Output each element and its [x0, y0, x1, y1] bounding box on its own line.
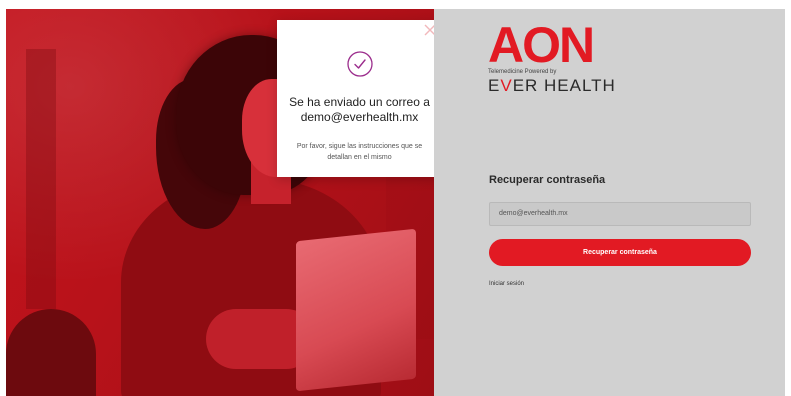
toast-subtitle: Por favor, sigue las instrucciones que s… — [296, 143, 423, 161]
everhealth-logo-prefix: E — [488, 76, 501, 95]
toast-title: Se ha enviado un correo a demo@everhealt… — [289, 95, 430, 124]
laptop — [296, 228, 416, 392]
login-link[interactable]: Iniciar sesión — [489, 281, 751, 287]
everhealth-logo-suffix: ER HEALTH — [512, 76, 616, 95]
brand-tagline: Telemedicine Powered by — [488, 69, 557, 75]
email-field[interactable]: demo@everhealth.mx — [489, 202, 751, 226]
password-recovery-form: Recuperar contraseña demo@everhealth.mx … — [489, 174, 751, 287]
login-page: Se ha enviado un correo a demo@everhealt… — [6, 9, 785, 396]
recovery-panel: AON Telemedicine Powered by EVER HEALTH … — [434, 9, 785, 396]
aon-logo: AON — [488, 17, 595, 73]
recover-password-button[interactable]: Recuperar contraseña — [489, 239, 751, 266]
form-heading: Recuperar contraseña — [489, 174, 606, 186]
hero-plant — [6, 309, 96, 396]
everhealth-logo-highlight: V — [500, 76, 513, 95]
brand-logo: AON Telemedicine Powered by EVER HEALTH — [488, 17, 616, 96]
hero-shelf — [26, 49, 56, 309]
check-circle-icon — [347, 51, 373, 77]
email-sent-toast: Se ha enviado un correo a demo@everhealt… — [277, 20, 442, 177]
everhealth-logo: EVER HEALTH — [488, 76, 616, 96]
